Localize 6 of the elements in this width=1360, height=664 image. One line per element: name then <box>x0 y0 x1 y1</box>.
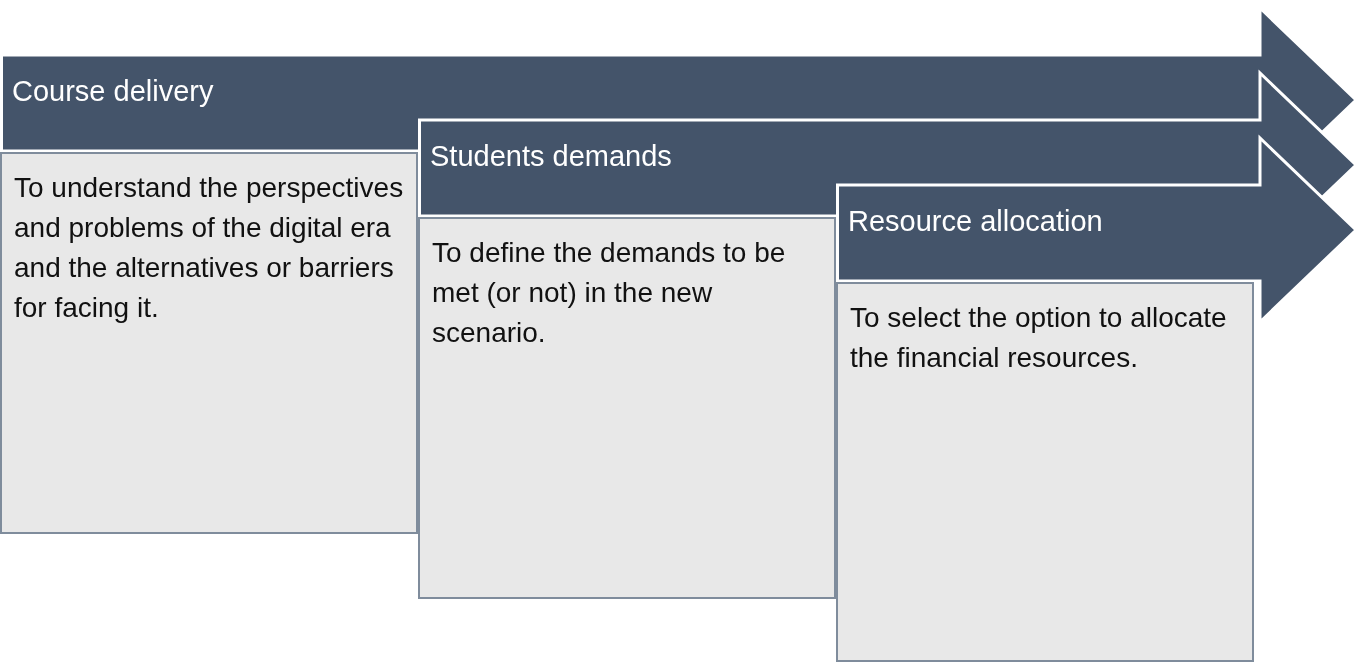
description-box: To understand the perspectives and problems of the digital era and the alternatives or barriers for facing it. <box>0 152 418 534</box>
stage-title: Resource allocation <box>848 204 1103 239</box>
stage-title: Students demands <box>430 139 672 174</box>
description-box: To define the demands to be met (or not) in the new scenario. <box>418 217 836 599</box>
description-box: To select the option to allocate the financial resources. <box>836 282 1254 662</box>
stage-title: Course delivery <box>12 74 214 109</box>
